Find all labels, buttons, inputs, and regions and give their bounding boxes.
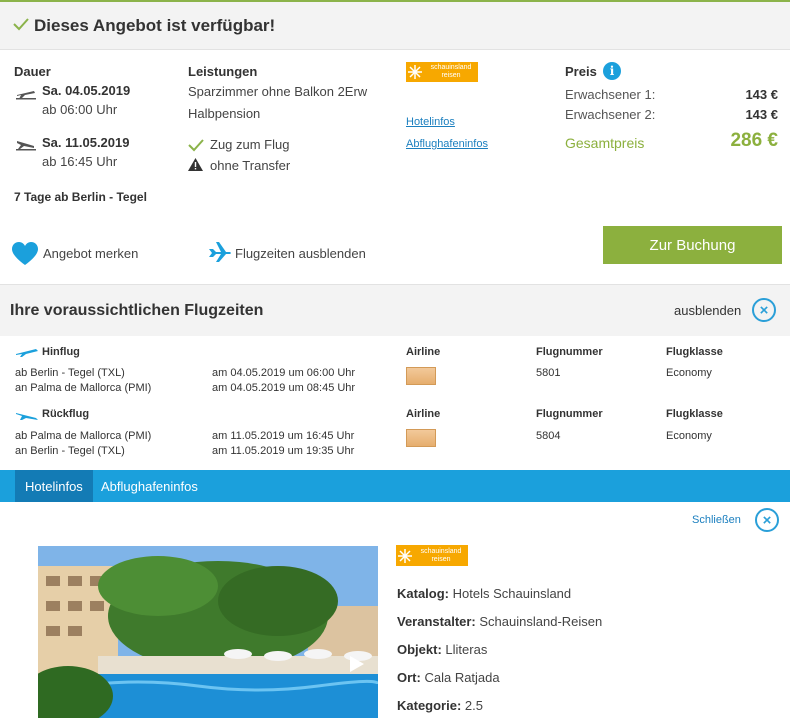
close-icon[interactable]: × (755, 508, 779, 532)
warning-icon (188, 158, 203, 171)
schauinsland-logo: schauinsland reisen (396, 545, 468, 566)
return-plane-icon (16, 413, 38, 420)
check-icon (13, 18, 29, 31)
object-row: Objekt: Lliteras (397, 642, 487, 657)
adult1-label: Erwachsener 1: (565, 87, 656, 102)
object-label: Objekt: (397, 642, 442, 657)
outbound-flight-number: 5801 (536, 367, 561, 379)
remember-offer-link[interactable]: Angebot merken (43, 246, 138, 261)
tab-hotel-info[interactable]: Hotelinfos (15, 470, 93, 502)
outbound-date: Sa. 04.05.2019 (42, 83, 131, 98)
hotel-photo[interactable] (38, 546, 378, 718)
total-price: 286 € (730, 130, 778, 151)
return-from: ab Palma de Mallorca (PMI) (15, 430, 152, 442)
outbound-time: ab 06:00 Uhr (42, 102, 118, 117)
brand-line1: schauinsland (420, 547, 462, 555)
tab-airport-info[interactable]: Abflughafeninfos (91, 470, 208, 502)
flight-class-header: Flugklasse (666, 408, 723, 420)
book-button[interactable]: Zur Buchung (603, 226, 782, 264)
category-value: 2.5 (464, 698, 483, 713)
adult1-price: 143 € (745, 87, 778, 102)
outbound-departure: am 04.05.2019 um 06:00 Uhr (212, 367, 356, 379)
airport-info-link[interactable]: Abflughafeninfos (406, 138, 488, 150)
airline-logo (406, 429, 436, 447)
airline-header: Airline (406, 408, 441, 420)
outbound-from: ab Berlin - Tegel (TXL) (15, 367, 125, 379)
category-label: Kategorie: (397, 698, 462, 713)
adult2-label: Erwachsener 2: (565, 107, 656, 122)
plane-icon[interactable] (207, 240, 231, 264)
check-icon (188, 139, 204, 152)
close-icon[interactable]: × (752, 298, 776, 322)
availability-banner: Dieses Angebot ist verfügbar! (0, 0, 790, 50)
trip-summary: 7 Tage ab Berlin - Tegel (14, 190, 147, 204)
flight-number-header: Flugnummer (536, 408, 603, 420)
transfer-info: ohne Transfer (210, 158, 291, 173)
outbound-to: an Palma de Mallorca (PMI) (15, 382, 152, 394)
price-label: Preis (565, 64, 597, 79)
brand-line2: reisen (431, 555, 451, 563)
place-row: Ort: Cala Ratjada (397, 670, 500, 685)
brand-line1: schauinsland (430, 64, 472, 71)
return-departure: am 11.05.2019 um 16:45 Uhr (212, 430, 355, 442)
departure-plane-icon (16, 91, 36, 100)
catalog-label: Katalog: (397, 586, 449, 601)
hotel-photo-image (38, 546, 378, 718)
catalog-value: Hotels Schauinsland (452, 586, 572, 601)
return-time: ab 16:45 Uhr (42, 154, 118, 169)
category-row: Kategorie: 2.5 (397, 698, 483, 713)
info-icon[interactable]: i (603, 62, 621, 80)
sun-icon (398, 548, 412, 563)
duration-label: Dauer (14, 64, 51, 79)
arrival-plane-icon (16, 141, 36, 151)
services-label: Leistungen (188, 64, 258, 79)
sun-icon (408, 65, 422, 79)
catalog-row: Katalog: Hotels Schauinsland (397, 586, 571, 601)
board-type: Halbpension (188, 106, 261, 121)
return-flight-number: 5804 (536, 430, 561, 442)
operator-value: Schauinsland-Reisen (479, 614, 603, 629)
return-date: Sa. 11.05.2019 (42, 135, 130, 150)
close-hotel-link[interactable]: Schließen (692, 514, 741, 526)
outbound-label: Hinflug (42, 346, 80, 358)
train-to-flight: Zug zum Flug (210, 137, 290, 152)
outbound-flight-class: Economy (666, 367, 712, 379)
operator-row: Veranstalter: Schauinsland-Reisen (397, 614, 602, 629)
return-label: Rückflug (42, 408, 90, 420)
adult2-price: 143 € (745, 107, 778, 122)
place-value: Cala Ratjada (424, 670, 500, 685)
info-tab-bar: Hotelinfos Abflughafeninfos (0, 470, 790, 502)
flight-times-title: Ihre voraussichtlichen Flugzeiten (10, 302, 264, 319)
heart-icon[interactable] (12, 242, 38, 266)
place-label: Ort: (397, 670, 421, 685)
room-type: Sparzimmer ohne Balkon 2Erw (188, 84, 368, 99)
airline-header: Airline (406, 346, 441, 358)
banner-title: Dieses Angebot ist verfügbar! (34, 16, 276, 35)
flight-times-header: Ihre voraussichtlichen Flugzeiten ausble… (0, 284, 790, 336)
hide-flight-times-link[interactable]: Flugzeiten ausblenden (235, 246, 366, 261)
outbound-arrival: am 04.05.2019 um 08:45 Uhr (212, 382, 356, 394)
outbound-plane-icon (16, 349, 38, 357)
brand-line2: reisen (441, 72, 461, 79)
total-label: Gesamtpreis (565, 135, 645, 151)
return-flight-class: Economy (666, 430, 712, 442)
schauinsland-logo: schauinsland reisen (406, 62, 478, 82)
operator-label: Veranstalter: (397, 614, 476, 629)
object-value: Lliteras (445, 642, 488, 657)
hide-flights-link[interactable]: ausblenden (674, 303, 741, 318)
flight-class-header: Flugklasse (666, 346, 723, 358)
airline-logo (406, 367, 436, 385)
hotel-info-link[interactable]: Hotelinfos (406, 116, 455, 128)
return-arrival: am 11.05.2019 um 19:35 Uhr (212, 445, 355, 457)
return-to: an Berlin - Tegel (TXL) (15, 445, 125, 457)
flight-number-header: Flugnummer (536, 346, 603, 358)
